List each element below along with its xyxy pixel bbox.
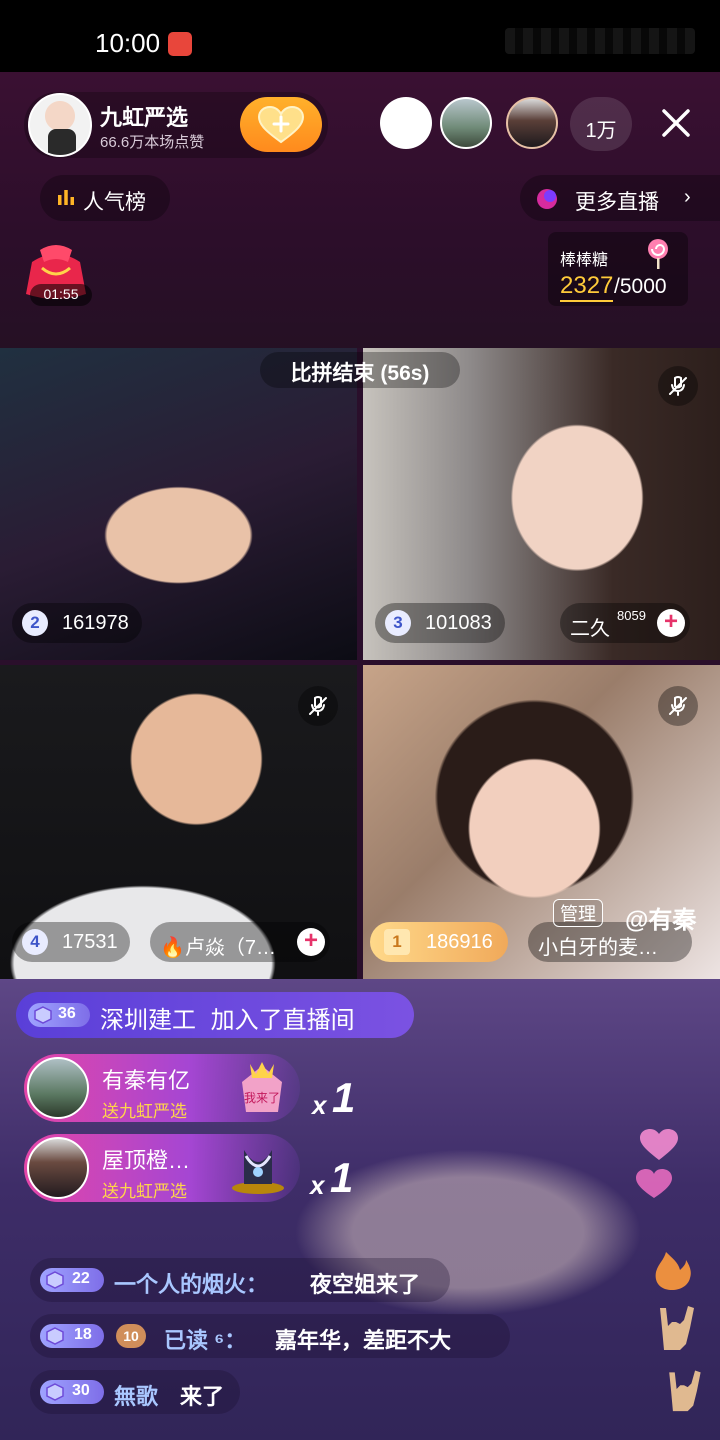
rank-badge: 4 [22, 929, 48, 955]
level-gem-icon [46, 1327, 64, 1345]
mic-muted-icon[interactable] [298, 686, 338, 726]
score-value: 17531 [62, 931, 118, 953]
flame-icon [655, 1252, 691, 1290]
viewer-avatar-3[interactable] [506, 97, 558, 149]
viewer-avatar-1[interactable] [380, 97, 432, 149]
user-level: 36 [58, 1005, 76, 1022]
rock-hand-icon [660, 1306, 694, 1350]
host-likes: 66.6万本场点赞 [100, 134, 205, 151]
mic-muted-icon[interactable] [658, 686, 698, 726]
gift-action: 送九虹严选 [102, 1102, 187, 1121]
chat-message: 夜空姐来了 [310, 1272, 421, 1297]
gift-sender-name: 屋顶橙… [102, 1148, 191, 1173]
svg-text:我来了: 我来了 [244, 1091, 280, 1105]
rank-badge: 3 [385, 610, 411, 636]
add-anchor-button[interactable]: + [657, 609, 685, 637]
necklace-gift-icon [232, 1150, 284, 1194]
join-user-name: 深圳建工 [100, 1007, 196, 1034]
chevron-right-icon: › [684, 186, 691, 208]
anchor-name-sup: 8059 [617, 608, 646, 623]
user-level: 18 [74, 1326, 92, 1343]
live-orb-icon [537, 189, 557, 209]
anchor-name: 小白牙的麦… [538, 937, 658, 959]
status-time: 10:00 [95, 28, 161, 58]
score-value: 101083 [425, 612, 492, 634]
gift-count: 1 [332, 1074, 356, 1121]
floating-hearts-icon [636, 1129, 678, 1198]
user-level: 30 [72, 1382, 90, 1399]
host-avatar[interactable] [28, 93, 92, 157]
admin-tag: 管理 [553, 899, 603, 927]
close-icon[interactable] [658, 105, 694, 141]
level-gem-icon [46, 1383, 64, 1401]
candy-goal-label: 棒棒糖 [560, 252, 609, 269]
candy-goal-target: /5000 [614, 275, 667, 298]
gift-bag-timer: 01:55 [43, 286, 79, 302]
chat-user[interactable]: 無歌 [114, 1379, 158, 1411]
anchor-name: 二久 [570, 618, 610, 640]
chat-user[interactable]: 一个人的烟火： [114, 1267, 268, 1299]
gift-sender-avatar[interactable] [27, 1057, 89, 1119]
gift-action: 送九虹严选 [102, 1182, 187, 1201]
chat-message: 来了 [180, 1384, 225, 1409]
join-text: 加入了直播间 [210, 1007, 355, 1034]
status-icons [505, 28, 695, 54]
mic-muted-icon[interactable] [658, 366, 698, 406]
gift-sender-avatar[interactable] [27, 1137, 89, 1199]
score-value: 186916 [426, 931, 493, 953]
gift-badge-icon: 我来了 [242, 1062, 282, 1112]
mention-text: @有秦 [625, 907, 697, 934]
bar-chart-icon [58, 190, 74, 205]
gift-count: 1 [330, 1154, 354, 1201]
crown-rank-badge: 1 [384, 929, 410, 955]
chat-message: 嘉年华，差距不大 [275, 1328, 452, 1353]
heart-plus-icon [257, 106, 305, 144]
anchor-name: 🔥卢焱（7… [160, 937, 277, 959]
gift-multiplier-x: x [312, 1090, 327, 1120]
viewer-avatar-2[interactable] [440, 97, 492, 149]
gift-multiplier-x: x [310, 1170, 325, 1200]
lollipop-icon [648, 239, 668, 269]
candy-goal-current: 2327 [560, 272, 614, 302]
pk-banner-text: 比拼结束 (56s) [290, 362, 430, 385]
gift-sender-name: 有秦有亿 [102, 1068, 191, 1093]
host-name: 九虹严选 [100, 105, 189, 130]
score-value: 161978 [62, 612, 129, 634]
join-user: 深圳建工 加入了直播间 [100, 1000, 355, 1035]
app-notification-icon [168, 32, 192, 56]
chat-user[interactable]: 已读 ⁶： [164, 1323, 246, 1355]
fan-club-badge: 10 [116, 1324, 146, 1348]
level-gem-icon [46, 1271, 64, 1289]
viewer-count: 1万 [585, 120, 617, 142]
level-gem-icon [34, 1006, 52, 1024]
user-level: 22 [72, 1270, 90, 1287]
rank-badge: 2 [22, 610, 48, 636]
popularity-rank-label: 人气榜 [83, 191, 146, 214]
add-anchor-button[interactable]: + [297, 928, 325, 956]
more-live-label: 更多直播 [575, 191, 659, 214]
rock-hand-icon [669, 1370, 701, 1412]
